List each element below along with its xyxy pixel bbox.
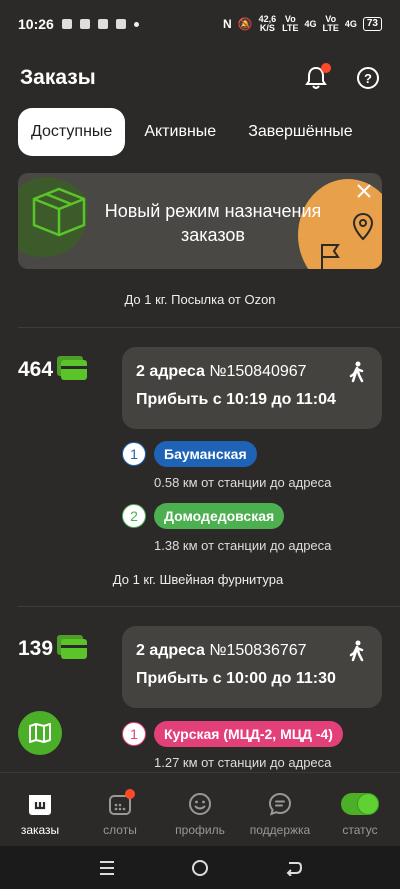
order-card[interactable]: 2 адреса №150836767 Прибыть с 10:00 до 1…: [122, 626, 382, 708]
stop-number: 1: [122, 442, 146, 466]
route-stop: 2 Домодедовская: [122, 503, 285, 529]
net-speed: 42,6 K/S: [258, 14, 277, 33]
sim1-signal: 4G: [304, 18, 317, 29]
status-bar: 10:26 N 🔕 42,6 K/S Vo LTE 4G Vo LTE 4G 7…: [0, 0, 400, 48]
tab-completed[interactable]: Завершённые: [235, 108, 365, 156]
order-price: 139: [18, 635, 88, 661]
status-toggle[interactable]: [341, 793, 379, 815]
more-notifications-icon: [133, 21, 139, 27]
bottom-navigation: заказы слоты профиль поддержка статус: [0, 772, 400, 846]
wb-notification-icon: [97, 19, 108, 29]
help-button[interactable]: ?: [356, 66, 380, 90]
page-header: Заказы ?: [0, 58, 400, 98]
cash-card-icon: [57, 635, 88, 659]
station-distance: 1.27 км от станции до адреса: [154, 755, 332, 770]
status-time: 10:26: [18, 16, 54, 32]
app-notification-icon: [61, 19, 72, 29]
nav-status[interactable]: статус: [320, 791, 400, 837]
nav-support-label: поддержка: [249, 823, 311, 837]
calendar-icon: [107, 789, 135, 817]
order-addresses-line: 2 адреса №150840967: [136, 363, 368, 381]
promo-banner[interactable]: Новый режим назначения заказов: [18, 173, 382, 269]
nav-slots[interactable]: слоты: [80, 789, 160, 837]
route-stop: 1 Курская (МЦД-2, МЦД -4): [122, 721, 343, 747]
home-icon[interactable]: [191, 859, 209, 877]
nav-support[interactable]: поддержка: [240, 791, 320, 837]
battery-icon: 73: [362, 17, 382, 31]
svg-text:?: ?: [364, 71, 372, 86]
order-card[interactable]: 2 адреса №150840967 Прибыть с 10:19 до 1…: [122, 347, 382, 429]
close-icon: [357, 184, 371, 198]
walking-icon: [349, 640, 364, 662]
banner-close-button[interactable]: [352, 179, 376, 203]
station-distance: 1.38 км от станции до адреса: [154, 538, 332, 553]
divider: [18, 606, 400, 607]
notifications-button[interactable]: [304, 63, 331, 90]
order-caption: До 1 кг. Швейная фурнитура: [112, 572, 284, 587]
order-addresses: 2 адреса: [136, 363, 205, 380]
nav-slots-label: слоты: [103, 823, 137, 837]
chat-icon: [267, 791, 293, 817]
order-price-value: 139: [18, 637, 54, 660]
tab-active[interactable]: Активные: [131, 108, 229, 156]
nav-orders-label: заказы: [20, 823, 60, 837]
order-caption: До 1 кг. Посылка от Ozon: [124, 292, 276, 307]
stop-number: 2: [122, 504, 146, 528]
order-number: №150840967: [209, 363, 307, 380]
sim2-signal: 4G: [344, 18, 357, 29]
map-button[interactable]: [18, 711, 62, 755]
nav-orders[interactable]: заказы: [0, 791, 80, 837]
order-addresses-line: 2 адреса №150836767: [136, 642, 368, 660]
location-pin-icon: [352, 213, 374, 241]
map-icon: [29, 723, 51, 743]
nfc-icon: N: [223, 17, 232, 31]
nav-profile-label: профиль: [175, 823, 225, 837]
order-tabs: Доступные Активные Завершённые: [18, 108, 366, 156]
divider: [18, 327, 400, 328]
order-arrival: Прибыть с 10:00 до 11:30: [136, 670, 336, 687]
back-icon[interactable]: [284, 860, 303, 876]
order-number: №150836767: [209, 642, 307, 659]
tab-available[interactable]: Доступные: [18, 108, 126, 156]
nav-profile[interactable]: профиль: [160, 791, 240, 837]
station-distance: 0.58 км от станции до адреса: [154, 475, 332, 490]
order-price: 464: [18, 356, 88, 382]
orders-icon: [27, 791, 53, 817]
banner-text: Новый режим назначения заказов: [104, 201, 322, 245]
mute-icon: 🔕: [237, 17, 253, 31]
stop-number: 1: [122, 722, 146, 746]
settings-notification-icon: [115, 19, 126, 29]
nav-status-label: статус: [342, 823, 378, 837]
order-arrival: Прибыть с 10:19 до 11:04: [136, 391, 336, 408]
sim1-volte: Vo LTE: [282, 14, 299, 33]
notification-badge: [321, 63, 331, 73]
sim2-volte: Vo LTE: [322, 14, 339, 33]
walking-icon: [349, 361, 364, 383]
game-notification-icon: [79, 19, 90, 29]
order-price-value: 464: [18, 358, 54, 381]
metro-station: Бауманская: [154, 441, 257, 467]
metro-station: Курская (МЦД-2, МЦД -4): [154, 721, 343, 747]
order-addresses: 2 адреса: [136, 642, 205, 659]
slots-badge: [125, 789, 135, 799]
help-icon: ?: [357, 67, 379, 89]
smile-icon: [187, 791, 213, 817]
route-stop: 1 Бауманская: [122, 441, 257, 467]
cash-card-icon: [57, 356, 88, 380]
system-navigation-bar: [0, 846, 400, 889]
menu-icon[interactable]: [98, 860, 116, 876]
toggle-icon: [340, 791, 380, 817]
metro-station: Домодедовская: [154, 503, 285, 529]
page-title: Заказы: [20, 66, 96, 89]
